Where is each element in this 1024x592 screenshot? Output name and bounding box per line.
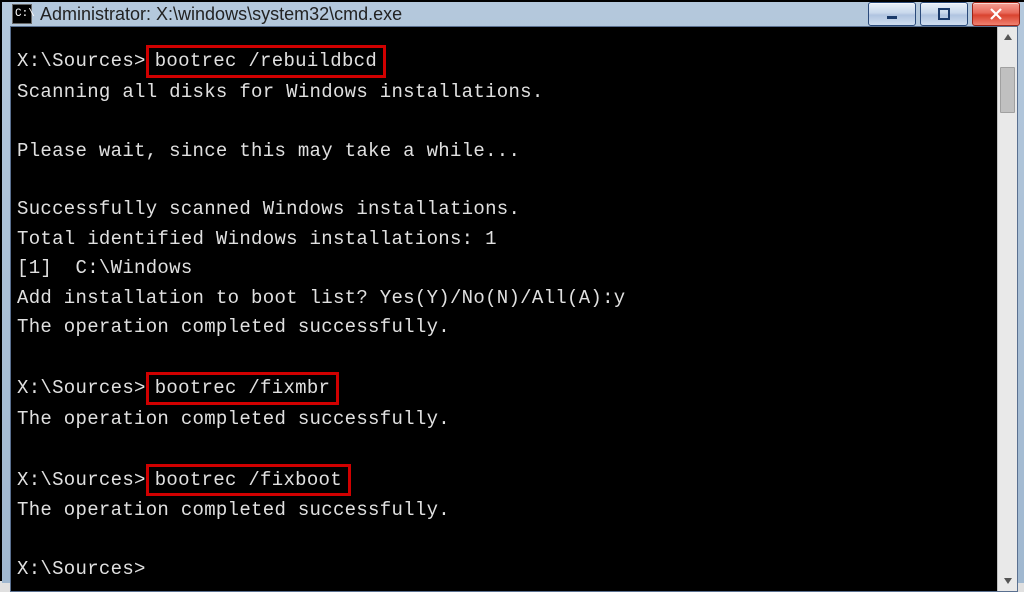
prompt-2: X:\Sources> (17, 377, 146, 399)
scroll-thumb[interactable] (1000, 67, 1015, 113)
cmd-window: C:\ Administrator: X:\windows\system32\c… (2, 2, 1024, 583)
close-button[interactable] (972, 2, 1020, 26)
content-frame: X:\Sources>bootrec /rebuildbcd Scanning … (10, 26, 1018, 592)
output-line: The operation completed successfully. (17, 408, 450, 430)
highlight-fixmbr: bootrec /fixmbr (146, 372, 340, 405)
minimize-button[interactable] (868, 2, 916, 26)
close-icon (990, 8, 1002, 20)
vertical-scrollbar[interactable] (997, 27, 1017, 591)
output-line: Successfully scanned Windows installatio… (17, 198, 520, 220)
prompt-4: X:\Sources> (17, 558, 146, 580)
highlight-fixboot: bootrec /fixboot (146, 464, 351, 497)
output-line: Please wait, since this may take a while… (17, 140, 520, 162)
terminal[interactable]: X:\Sources>bootrec /rebuildbcd Scanning … (11, 27, 997, 591)
prompt-1: X:\Sources> (17, 50, 146, 72)
maximize-icon (938, 8, 950, 20)
window-title: Administrator: X:\windows\system32\cmd.e… (40, 4, 868, 25)
output-line: Scanning all disks for Windows installat… (17, 81, 544, 103)
titlebar[interactable]: C:\ Administrator: X:\windows\system32\c… (2, 2, 1024, 26)
scroll-up-button[interactable] (998, 27, 1017, 47)
highlight-rebuildbcd: bootrec /rebuildbcd (146, 45, 386, 78)
cmd-icon: C:\ (12, 4, 32, 24)
prompt-3: X:\Sources> (17, 469, 146, 491)
output-line: The operation completed successfully. (17, 499, 450, 521)
chevron-up-icon (1003, 32, 1013, 42)
output-line: Total identified Windows installations: … (17, 228, 497, 250)
output-line: Add installation to boot list? Yes(Y)/No… (17, 287, 626, 309)
output-line: [1] C:\Windows (17, 257, 193, 279)
output-line: The operation completed successfully. (17, 316, 450, 338)
minimize-icon (886, 8, 898, 20)
scroll-track[interactable] (998, 47, 1017, 571)
maximize-button[interactable] (920, 2, 968, 26)
window-controls (868, 2, 1020, 26)
